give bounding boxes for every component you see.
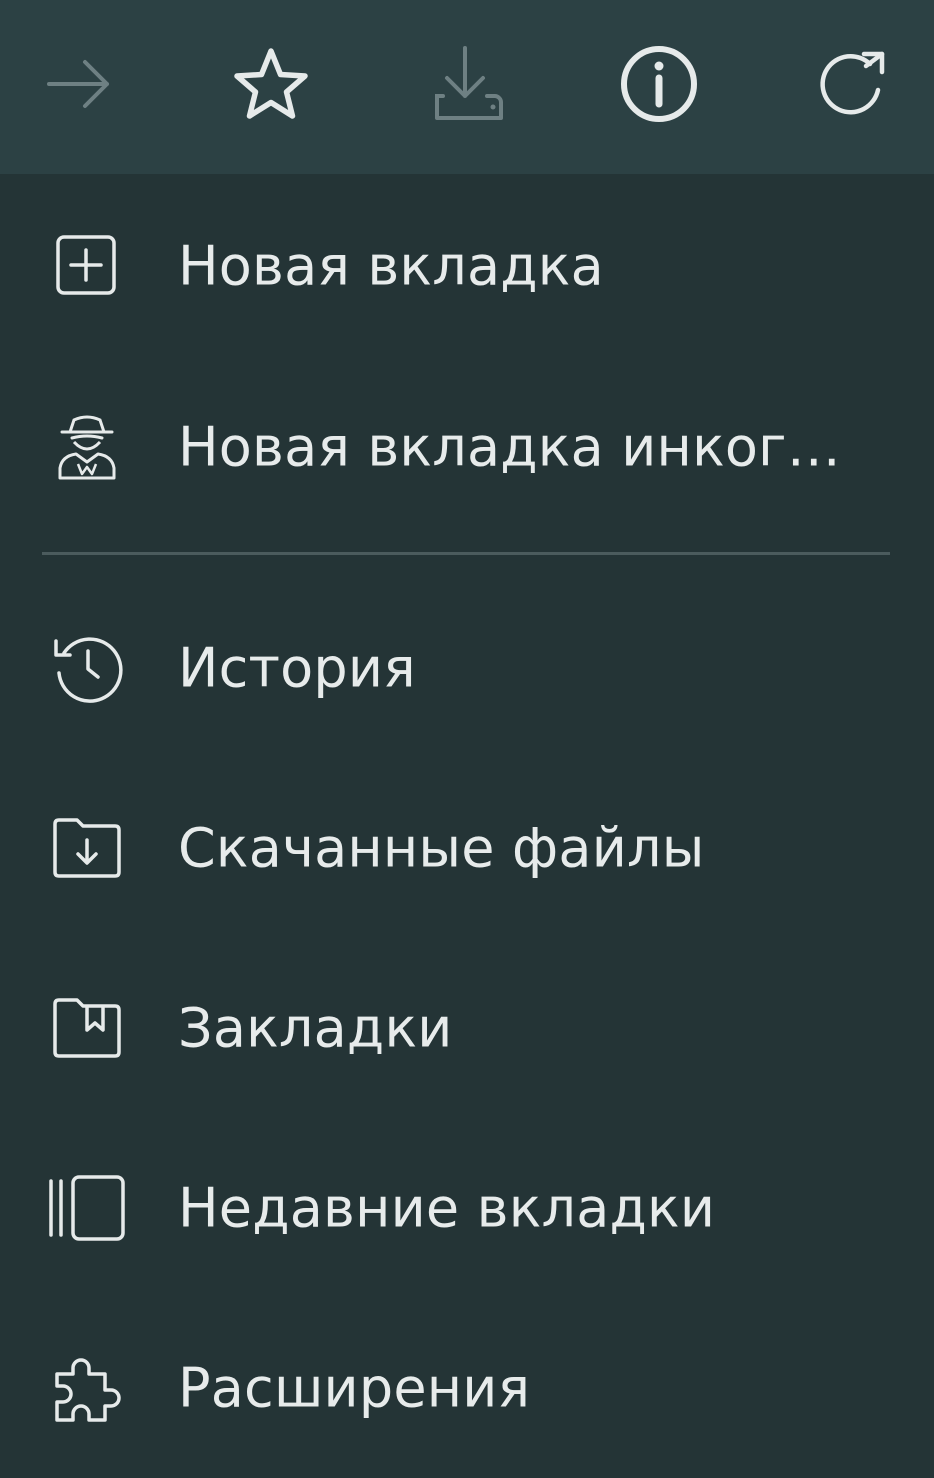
history-icon [42,623,132,713]
reload-button[interactable] [790,22,914,146]
menu-item-incognito-tab[interactable]: Новая вкладка инког… [0,357,934,537]
info-circle-icon [621,46,697,122]
menu-item-history[interactable]: История [0,578,934,758]
menu-item-label: Новая вкладка [178,234,604,298]
menu-item-label: Недавние вкладки [178,1176,716,1240]
puzzle-icon [42,1343,132,1433]
menu-item-label: История [178,636,416,700]
bookmark-button[interactable] [209,22,333,146]
folder-download-icon [42,803,132,893]
star-outline-icon [234,48,308,119]
overflow-menu: Новая вкладка Новая вкладка инког… Истор… [0,174,934,1462]
menu-divider [42,552,890,555]
forward-button[interactable] [17,22,141,146]
arrow-right-icon [47,60,109,108]
menu-item-recent-tabs[interactable]: Недавние вкладки [0,1118,934,1298]
menu-item-label: Закладки [178,996,453,1060]
page-info-button[interactable] [597,22,721,146]
reload-icon [820,51,885,115]
menu-item-downloads[interactable]: Скачанные файлы [0,758,934,938]
menu-item-extensions[interactable]: Расширения [0,1298,934,1478]
recent-tabs-icon [42,1163,132,1253]
incognito-icon [42,402,132,492]
menu-item-label: Скачанные файлы [178,816,705,880]
plus-square-icon [42,221,132,311]
menu-toolbar [0,0,934,174]
menu-item-bookmarks[interactable]: Закладки [0,938,934,1118]
download-page-button[interactable] [403,22,527,146]
menu-item-label: Расширения [178,1356,531,1420]
menu-item-new-tab[interactable]: Новая вкладка [0,176,934,356]
download-tray-icon [435,46,503,120]
folder-bookmark-icon [42,983,132,1073]
menu-item-label: Новая вкладка инког… [178,415,841,479]
